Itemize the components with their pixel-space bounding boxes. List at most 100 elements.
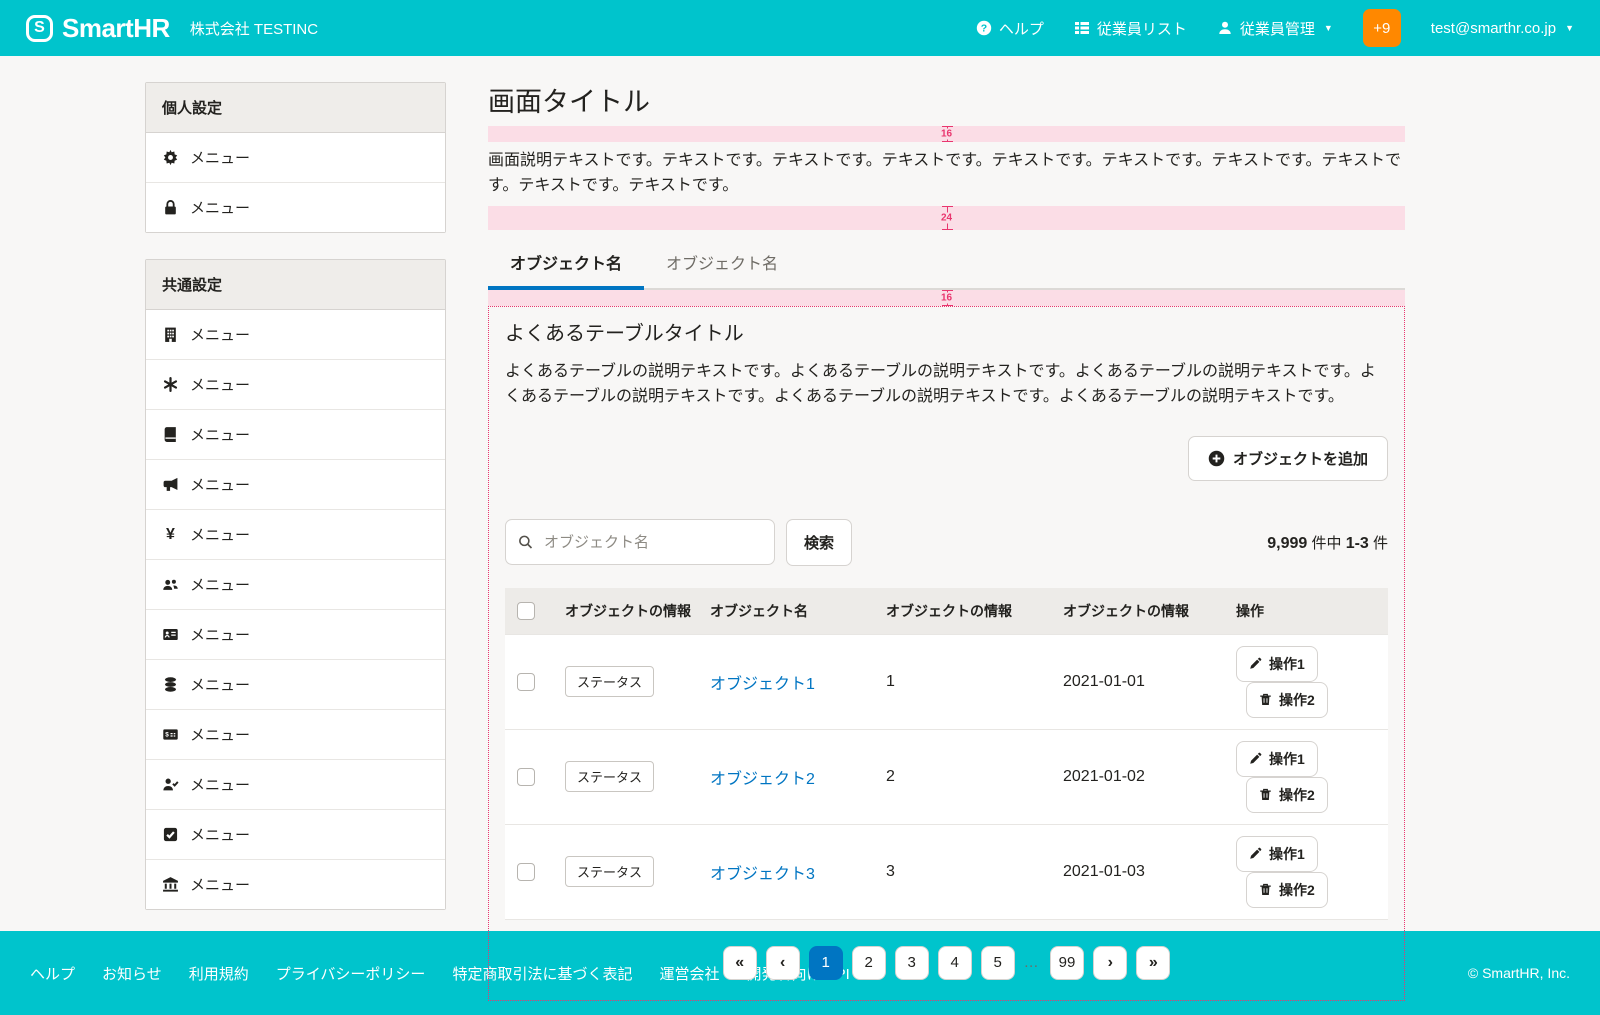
delete-action-label: 操作2 [1279,880,1315,900]
employee-list-nav-item[interactable]: 従業員リスト [1074,18,1187,39]
sidebar-item-menu[interactable]: メニュー [146,660,445,710]
row-checkbox[interactable] [517,673,535,691]
sidebar-item-menu[interactable]: メニュー [146,310,445,360]
sidebar-item-label: メニュー [190,724,250,745]
table-row: ステータス オブジェクト2 2 2021-01-02 操作1 操作2 [505,729,1388,824]
sidebar-item-menu[interactable]: メニュー [146,810,445,860]
lock-icon [162,199,179,216]
result-total: 9,999 [1267,535,1307,552]
sidebar-group-common: 共通設定 メニュー メニュー メニュー [145,259,446,910]
page-button-99[interactable]: 99 [1050,946,1085,980]
edit-action-button[interactable]: 操作1 [1236,741,1318,777]
row-checkbox[interactable] [517,863,535,881]
status-badge: ステータス [565,761,654,792]
sidebar-item-label: メニュー [190,524,250,545]
delete-action-label: 操作2 [1279,785,1315,805]
result-range: 1-3 [1346,535,1369,552]
help-nav-item[interactable]: ? ヘルプ [976,18,1044,39]
help-icon: ? [976,20,992,36]
sidebar-item-menu[interactable]: メニュー [146,760,445,810]
sidebar-item-menu[interactable]: メニュー [146,133,445,183]
gear-icon [162,149,179,166]
add-object-button[interactable]: オブジェクトを追加 [1188,436,1388,481]
sidebar-item-menu[interactable]: メニュー [146,610,445,660]
status-badge: ステータス [565,856,654,887]
footer-link-privacy[interactable]: プライバシーポリシー [276,963,426,984]
pencil-icon [1249,752,1262,765]
edit-action-button[interactable]: 操作1 [1236,836,1318,872]
spacing-band-16: 16 [488,126,1405,142]
delete-action-button[interactable]: 操作2 [1246,872,1328,908]
id-card-icon [162,626,179,643]
sidebar-item-menu[interactable]: $ メニュー [146,710,445,760]
delete-action-button[interactable]: 操作2 [1246,777,1328,813]
pencil-icon [1249,657,1262,670]
notification-badge[interactable]: +9 [1363,9,1401,47]
sidebar-item-label: メニュー [190,624,250,645]
result-unit-label: 件 [1373,535,1388,552]
object-table: オブジェクトの情報 オブジェクト名 オブジェクトの情報 オブジェクトの情報 操作… [505,588,1388,920]
sidebar-item-label: メニュー [190,424,250,445]
sidebar-item-menu[interactable]: メニュー [146,360,445,410]
table-header-row: オブジェクトの情報 オブジェクト名 オブジェクトの情報 オブジェクトの情報 操作 [505,588,1388,635]
footer-link-help[interactable]: ヘルプ [30,963,75,984]
last-page-button[interactable]: » [1136,946,1170,980]
database-icon [162,676,179,693]
column-header: オブジェクトの情報 [1055,588,1228,635]
page-button-5[interactable]: 5 [981,946,1015,980]
search-button[interactable]: 検索 [786,519,852,566]
object-date: 2021-01-01 [1055,634,1228,729]
table-panel: よくあるテーブルタイトル よくあるテーブルの説明テキストです。よくあるテーブルの… [488,306,1405,1001]
sidebar-item-menu[interactable]: メニュー [146,410,445,460]
sidebar-item-label: メニュー [190,197,250,218]
account-menu[interactable]: test@smarthr.co.jp ▼ [1431,20,1574,37]
sidebar-item-menu[interactable]: メニュー [146,560,445,610]
sidebar-group-personal: 個人設定 メニュー メニュー [145,82,446,233]
search-row: 検索 9,999 件中 1-3 件 [505,519,1388,566]
building-icon [162,326,179,343]
edit-action-button[interactable]: 操作1 [1236,646,1318,682]
search-input[interactable] [505,519,775,565]
smarthr-logo[interactable]: S SmartHR [26,13,170,44]
select-all-checkbox[interactable] [517,602,535,620]
footer-link-terms[interactable]: 利用規約 [189,963,249,984]
plus-circle-icon [1208,450,1225,467]
sidebar-item-menu[interactable]: メニュー [146,860,445,909]
row-checkbox[interactable] [517,768,535,786]
page-description: 画面説明テキストです。テキストです。テキストです。テキストです。テキストです。テ… [488,142,1405,206]
list-icon [1074,20,1090,36]
user-check-icon [162,776,179,793]
next-page-button[interactable]: › [1093,946,1127,980]
sidebar-item-menu[interactable]: ¥ メニュー [146,510,445,560]
first-page-button[interactable]: « [723,946,757,980]
page-button-2[interactable]: 2 [852,946,886,980]
result-count: 9,999 件中 1-3 件 [1267,532,1388,553]
page-button-4[interactable]: 4 [938,946,972,980]
object-info: 3 [878,824,1055,919]
object-link[interactable]: オブジェクト3 [710,866,815,883]
employee-admin-label: 従業員管理 [1240,18,1315,39]
footer-link-news[interactable]: お知らせ [102,963,162,984]
employee-admin-nav-item[interactable]: 従業員管理 ▼ [1217,18,1333,39]
sidebar-item-label: メニュー [190,674,250,695]
sidebar-item-label: メニュー [190,874,250,895]
delete-action-button[interactable]: 操作2 [1246,682,1328,718]
sidebar-item-menu[interactable]: メニュー [146,460,445,510]
object-link[interactable]: オブジェクト1 [710,676,815,693]
object-info: 2 [878,729,1055,824]
sidebar-item-menu[interactable]: メニュー [146,183,445,232]
tab-object-1[interactable]: オブジェクト名 [488,238,644,290]
object-link[interactable]: オブジェクト2 [710,771,815,788]
svg-text:$: $ [165,731,169,738]
search-field [505,519,775,565]
page-button-1[interactable]: 1 [809,946,843,980]
tab-object-2[interactable]: オブジェクト名 [644,238,800,290]
page-button-3[interactable]: 3 [895,946,929,980]
pagination-ellipsis: … [1024,954,1041,971]
prev-page-button[interactable]: ‹ [766,946,800,980]
sidebar-group-title: 共通設定 [146,260,445,310]
result-of-label: 件中 [1312,535,1342,552]
company-name: 株式会社 TESTINC [190,18,318,39]
main-content: 画面タイトル 16 画面説明テキストです。テキストです。テキストです。テキストで… [488,86,1405,1001]
sidebar-item-label: メニュー [190,374,250,395]
